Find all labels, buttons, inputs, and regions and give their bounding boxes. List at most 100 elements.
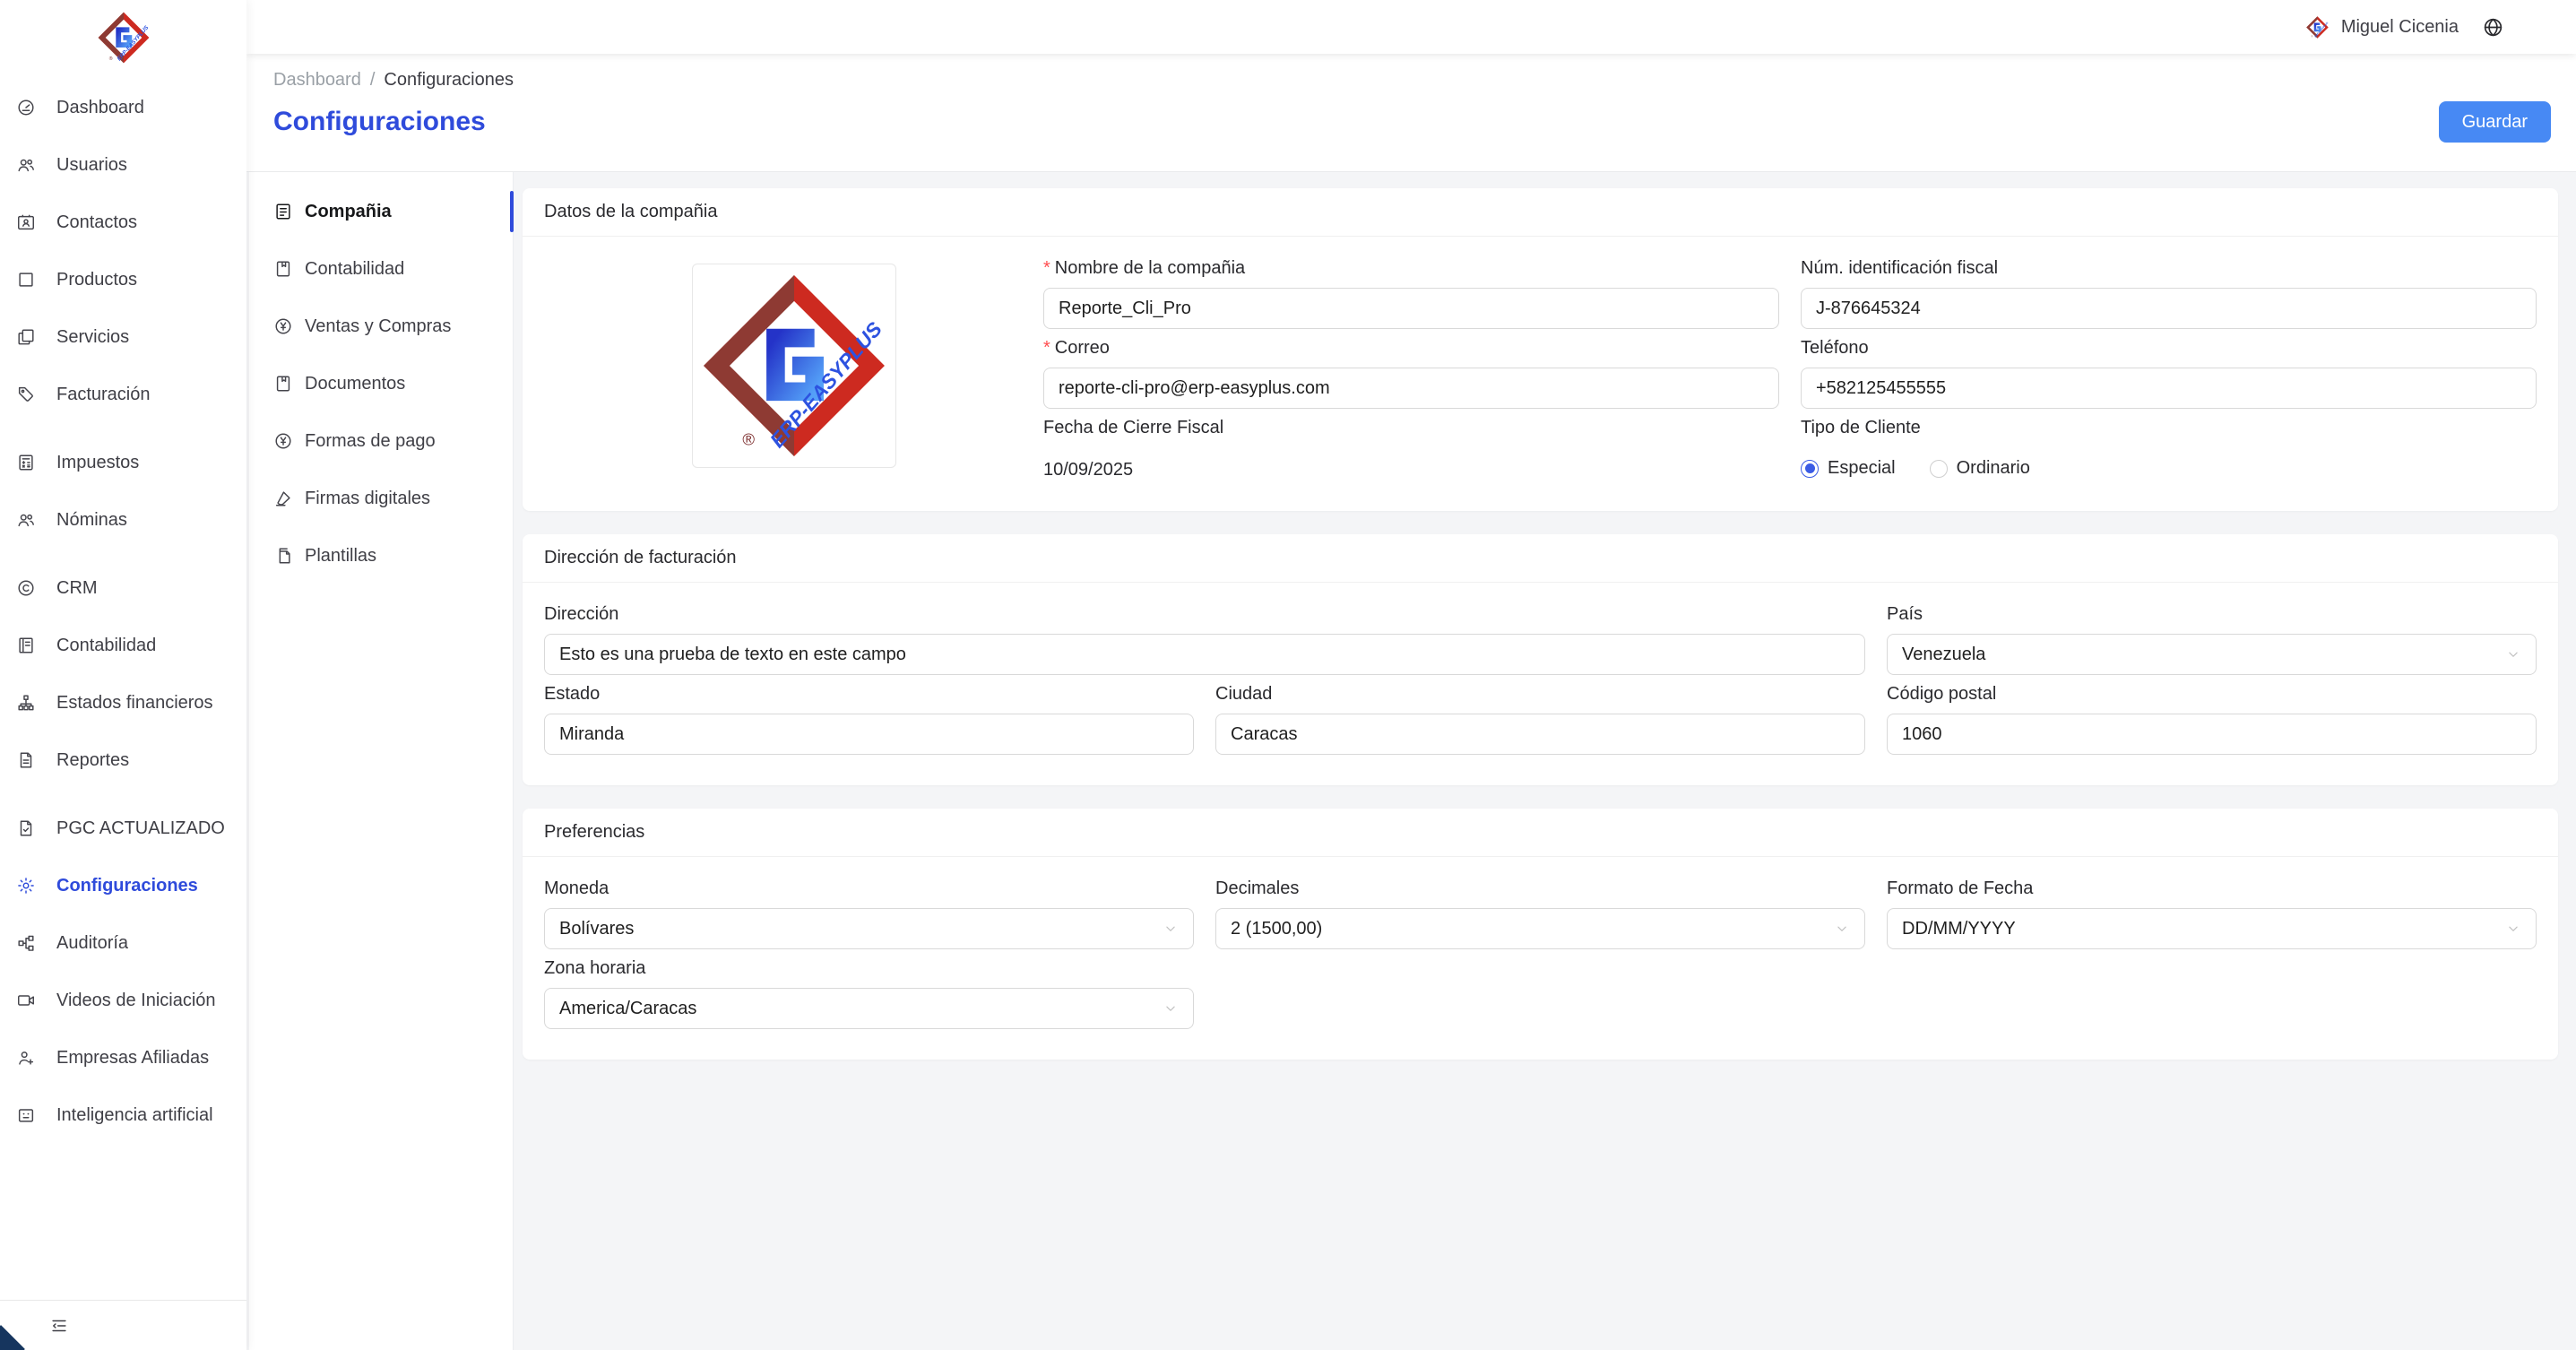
breadcrumb-dashboard[interactable]: Dashboard <box>273 70 361 91</box>
address-input[interactable] <box>544 634 1865 675</box>
sidebar-item-label: Contactos <box>56 212 137 233</box>
chevron-down-icon <box>1163 921 1179 937</box>
tab-compania[interactable]: Compañia <box>249 183 513 240</box>
sidebar-item-configuraciones[interactable]: Configuraciones <box>0 857 246 914</box>
sidebar-item-productos[interactable]: Productos <box>0 251 246 308</box>
tab-formas-de-pago[interactable]: Formas de pago <box>249 412 513 470</box>
currency-select[interactable]: Bolívares <box>544 908 1194 949</box>
sidebar-item-inteligencia-artificial[interactable]: Inteligencia artificial <box>0 1086 246 1144</box>
tab-label: Documentos <box>305 374 405 394</box>
sidebar-footer <box>0 1300 246 1350</box>
state-input[interactable] <box>544 714 1194 755</box>
sidebar-item-label: Reportes <box>56 750 129 771</box>
sidebar-item-impuestos[interactable]: Impuestos <box>0 434 246 491</box>
country-select[interactable]: Venezuela <box>1887 634 2537 675</box>
select-value: America/Caracas <box>559 999 696 1019</box>
tab-documentos[interactable]: Documentos <box>249 355 513 412</box>
page-header: Dashboard / Configuraciones Configuracio… <box>246 54 2576 172</box>
radio-label: Especial <box>1828 458 1896 479</box>
radio-ordinario[interactable]: Ordinario <box>1930 458 2030 479</box>
company-logo[interactable]: ERP-EASYPLUS® <box>692 264 896 468</box>
book-icon <box>273 259 293 279</box>
sidebar-item-pgc-actualizado[interactable]: PGC ACTUALIZADO <box>0 800 246 857</box>
sidebar-item-nominas[interactable]: Nóminas <box>0 491 246 549</box>
sidebar-item-usuarios[interactable]: Usuarios <box>0 136 246 194</box>
sidebar-item-reportes[interactable]: Reportes <box>0 731 246 789</box>
tab-plantillas[interactable]: Plantillas <box>249 527 513 584</box>
radio-label: Ordinario <box>1957 458 2030 479</box>
timezone-select[interactable]: America/Caracas <box>544 988 1194 1029</box>
sidebar-item-label: Inteligencia artificial <box>56 1105 213 1126</box>
team-icon <box>16 510 36 530</box>
sidebar-item-empresas-afiliadas[interactable]: Empresas Afiliadas <box>0 1029 246 1086</box>
postal-code-input[interactable] <box>1887 714 2537 755</box>
field-phone: Teléfono <box>1801 338 2537 409</box>
user-add-icon <box>16 1048 36 1068</box>
pay-circle-icon <box>273 316 293 336</box>
field-currency: Moneda Bolívares <box>544 878 1194 949</box>
copyright-icon <box>16 578 36 598</box>
sidebar-item-estados-financieros[interactable]: Estados financieros <box>0 674 246 731</box>
breadcrumb: Dashboard / Configuraciones <box>273 70 2551 91</box>
tax-id-input[interactable] <box>1801 288 2537 329</box>
sidebar-item-auditoria[interactable]: Auditoría <box>0 914 246 972</box>
topbar: ERP-EASYPLUS® Miguel Cicenia <box>246 0 2576 54</box>
book-icon <box>273 374 293 394</box>
save-button[interactable]: Guardar <box>2439 101 2551 143</box>
file-done-icon <box>16 818 36 838</box>
sidebar: ERP-EASYPLUS® Dashboard Usuarios Contact… <box>0 0 246 1350</box>
sidebar-item-label: Impuestos <box>56 453 139 473</box>
date-format-select[interactable]: DD/MM/YYYY <box>1887 908 2537 949</box>
tab-firmas-digitales[interactable]: Firmas digitales <box>249 470 513 527</box>
idcard-icon <box>16 212 36 232</box>
breadcrumb-separator: / <box>370 70 376 91</box>
tags-icon <box>16 385 36 404</box>
card-title: Preferencias <box>523 809 2558 857</box>
tab-contabilidad[interactable]: Contabilidad <box>249 240 513 298</box>
decimals-select[interactable]: 2 (1500,00) <box>1215 908 1865 949</box>
collapse-sidebar-icon[interactable] <box>49 1316 69 1336</box>
card-title: Datos de la compañia <box>523 188 2558 237</box>
sidebar-item-facturacion[interactable]: Facturación <box>0 366 246 423</box>
preferences-card: Preferencias Moneda Bolívares Decimales … <box>523 809 2558 1060</box>
user-menu[interactable]: Miguel Cicenia <box>2341 17 2459 38</box>
tab-label: Contabilidad <box>305 259 404 280</box>
field-company-name: *Nombre de la compañia <box>1043 258 1779 329</box>
field-tax-id: Núm. identificación fiscal <box>1801 258 2537 329</box>
field-label: Tipo de Cliente <box>1801 418 1921 437</box>
radio-especial[interactable]: Especial <box>1801 458 1896 479</box>
field-label: Fecha de Cierre Fiscal <box>1043 418 1223 437</box>
sidebar-item-dashboard[interactable]: Dashboard <box>0 79 246 136</box>
sidebar-item-label: Dashboard <box>56 98 144 118</box>
phone-input[interactable] <box>1801 368 2537 409</box>
sidebar-item-servicios[interactable]: Servicios <box>0 308 246 366</box>
tab-ventas-y-compras[interactable]: Ventas y Compras <box>249 298 513 355</box>
sidebar-item-label: Productos <box>56 270 137 290</box>
erp-easyplus-logo-small: ERP-EASYPLUS® <box>2306 16 2329 39</box>
sidebar-item-label: Videos de Iniciación <box>56 991 216 1011</box>
email-input[interactable] <box>1043 368 1779 409</box>
company-name-input[interactable] <box>1043 288 1779 329</box>
sidebar-item-contabilidad[interactable]: Contabilidad <box>0 617 246 674</box>
team-icon <box>16 155 36 175</box>
profile-icon <box>273 202 293 221</box>
sidebar-menu: Dashboard Usuarios Contactos Productos S… <box>0 68 246 1144</box>
sidebar-item-label: Servicios <box>56 327 129 348</box>
city-input[interactable] <box>1215 714 1865 755</box>
field-label: Ciudad <box>1215 684 1272 704</box>
field-label: Código postal <box>1887 684 1996 704</box>
sidebar-item-crm[interactable]: CRM <box>0 559 246 617</box>
radio-circle <box>1801 460 1819 478</box>
flow-icon <box>16 933 36 953</box>
select-value: 2 (1500,00) <box>1231 919 1322 939</box>
sidebar-item-contactos[interactable]: Contactos <box>0 194 246 251</box>
fiscal-close-date-value: 10/09/2025 <box>1043 447 1779 480</box>
select-value: Bolívares <box>559 919 634 939</box>
language-globe-icon[interactable] <box>2482 16 2504 39</box>
page-title: Configuraciones <box>273 107 486 137</box>
sidebar-item-label: Estados financieros <box>56 693 213 714</box>
content: Compañia Contabilidad Ventas y Compras D… <box>246 172 2576 1350</box>
chevron-down-icon <box>1163 1000 1179 1017</box>
highlighter-icon <box>273 489 293 508</box>
sidebar-item-videos-de-iniciacion[interactable]: Videos de Iniciación <box>0 972 246 1029</box>
